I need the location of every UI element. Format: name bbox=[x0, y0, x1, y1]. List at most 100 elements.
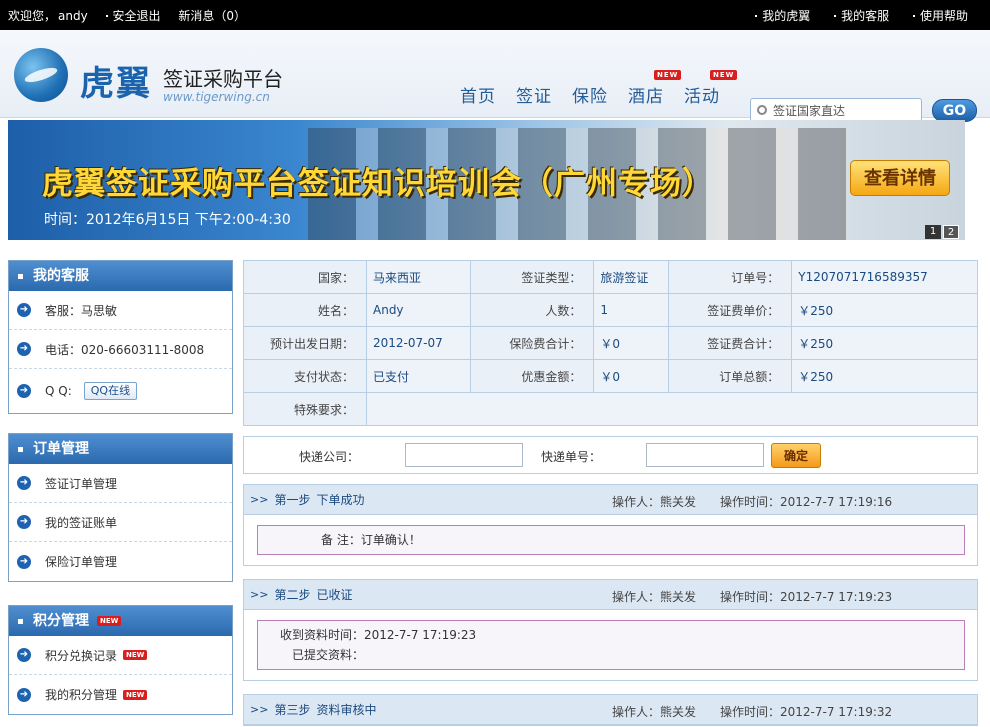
sidebar-item-visa-orders[interactable]: ➜ 签证订单管理 bbox=[9, 464, 232, 503]
messages-link[interactable]: 新消息（0） bbox=[178, 9, 246, 23]
sidebar-item-insurance-orders[interactable]: ➜ 保险订单管理 bbox=[9, 542, 232, 581]
go-button[interactable]: GO bbox=[932, 99, 977, 122]
service-phone: ➜ 电话：020-66603111-8008 bbox=[9, 330, 232, 369]
step-1-header: >> 第一步 下单成功 操作人：熊关发 操作时间：2012-7-7 17:19:… bbox=[244, 485, 977, 515]
sidebar-item-my-points[interactable]: ➜ 我的积分管理 NEW bbox=[9, 675, 232, 714]
logo-text[interactable]: 虎翼 bbox=[80, 56, 152, 105]
depart-value: 2012-07-07 bbox=[365, 326, 472, 360]
insurance-label: 保险费合计： bbox=[470, 326, 595, 360]
express-number-label: 快递单号： bbox=[541, 450, 602, 464]
nav-insurance[interactable]: 保险 bbox=[572, 82, 608, 107]
special-value bbox=[366, 392, 978, 426]
tiger-logo-icon[interactable] bbox=[14, 48, 68, 102]
confirm-button[interactable]: 确定 bbox=[771, 443, 821, 468]
arrow-right-icon: ➜ bbox=[17, 687, 31, 702]
view-details-button[interactable]: 查看详情 bbox=[850, 160, 950, 196]
express-company-input[interactable] bbox=[405, 443, 523, 467]
visa-total-label: 签证费合计： bbox=[668, 326, 793, 360]
new-badge: NEW bbox=[97, 616, 122, 626]
count-value: 1 bbox=[593, 293, 670, 327]
main-nav: 首页 签证 保险 酒店 NEW 活动 NEW bbox=[460, 70, 740, 107]
express-company-label: 快递公司： bbox=[299, 450, 360, 464]
visa-type-value: 旅游签证 bbox=[593, 260, 670, 294]
service-panel-title: 我的客服 bbox=[9, 261, 232, 291]
step-2-panel: >> 第二步 已收证 操作人：熊关发 操作时间：2012-7-7 17:19:2… bbox=[243, 579, 978, 681]
order-detail-table: 国家： 马来西亚 签证类型： 旅游签证 订单号： Y12070717165893… bbox=[243, 260, 978, 426]
arrow-right-icon: ➜ bbox=[17, 554, 31, 569]
step-number: 第一步 bbox=[274, 493, 311, 507]
service-panel: 我的客服 ➜ 客服：马思敏 ➜ 电话：020-66603111-8008 ➜ Q Q:… bbox=[8, 260, 233, 414]
double-chevron-icon: >> bbox=[250, 703, 269, 716]
step-name: 资料审核中 bbox=[316, 703, 377, 717]
order-no-value: Y1207071716589357 bbox=[791, 260, 978, 294]
arrow-right-icon: ➜ bbox=[17, 648, 31, 662]
square-bullet-icon bbox=[18, 618, 23, 624]
sidebar-item-points-history[interactable]: ➜ 积分兑换记录 NEW bbox=[9, 636, 232, 675]
arrow-right-icon: ➜ bbox=[17, 303, 31, 317]
step-note-line: 备 注：订单确认！ bbox=[321, 533, 421, 547]
step-time: 操作时间：2012-7-7 17:19:32 bbox=[720, 705, 893, 719]
order-no-label: 订单号： bbox=[668, 260, 793, 294]
promo-banner[interactable]: 虎翼签证采购平台签证知识培训会（广州专场） 时间：2012年6月15日 下午2:… bbox=[8, 120, 965, 240]
table-row: 姓名： Andy 人数： 1 签证费单价： ￥250 bbox=[243, 293, 978, 327]
orders-panel: 订单管理 ➜ 签证订单管理 ➜ 我的签证账单 ➜ 保险订单管理 bbox=[8, 433, 233, 582]
top-bar: 欢迎您， andy 安全退出 新消息（0） 我的虎翼 我的客服 使用帮助 bbox=[0, 0, 990, 30]
discount-value: ￥0 bbox=[593, 359, 670, 393]
sidebar-item-visa-bills[interactable]: ➜ 我的签证账单 bbox=[9, 503, 232, 542]
insurance-value: ￥0 bbox=[593, 326, 670, 360]
step-note: 收到资料时间：2012-7-7 17:19:23 已提交资料： bbox=[257, 620, 965, 670]
search-input[interactable]: 签证国家直达 bbox=[750, 98, 922, 122]
my-tigerwing-link[interactable]: 我的虎翼 bbox=[755, 9, 810, 23]
special-label: 特殊要求： bbox=[243, 392, 367, 426]
new-badge: NEW bbox=[123, 689, 148, 700]
nav-activities[interactable]: 活动 NEW bbox=[684, 70, 738, 107]
qq-online-button[interactable]: QQ在线 bbox=[83, 382, 138, 400]
step-number: 第三步 bbox=[274, 703, 311, 717]
logo-url: www.tigerwing.cn bbox=[163, 90, 270, 104]
count-label: 人数： bbox=[470, 293, 595, 327]
service-qq: ➜ Q Q: QQ在线 bbox=[9, 369, 232, 413]
double-chevron-icon: >> bbox=[250, 493, 269, 506]
visa-total-value: ￥250 bbox=[791, 326, 978, 360]
arrow-right-icon: ➜ bbox=[17, 342, 31, 356]
square-bullet-icon bbox=[18, 446, 23, 452]
total-label: 订单总额： bbox=[668, 359, 793, 393]
express-number-input[interactable] bbox=[646, 443, 764, 467]
step-operator: 操作人：熊关发 bbox=[612, 590, 697, 604]
step-number: 第二步 bbox=[274, 588, 311, 602]
welcome-text: 欢迎您， andy bbox=[8, 8, 88, 23]
orders-panel-title: 订单管理 bbox=[9, 434, 232, 464]
step-note-line: 收到资料时间：2012-7-7 17:19:23 bbox=[280, 628, 477, 642]
step-operator: 操作人：熊关发 bbox=[612, 495, 697, 509]
banner-page-1[interactable]: 1 bbox=[925, 225, 941, 239]
my-service-link[interactable]: 我的客服 bbox=[834, 9, 889, 23]
express-form: 快递公司： 快递单号： 确定 bbox=[243, 436, 978, 474]
step-3-header: >> 第三步 资料审核中 操作人：熊关发 操作时间：2012-7-7 17:19… bbox=[244, 695, 977, 725]
nav-home[interactable]: 首页 bbox=[460, 82, 496, 107]
double-chevron-icon: >> bbox=[250, 588, 269, 601]
step-name: 下单成功 bbox=[316, 493, 365, 507]
table-row: 特殊要求： bbox=[243, 392, 978, 426]
table-row: 支付状态： 已支付 优惠金额： ￥0 订单总额： ￥250 bbox=[243, 359, 978, 393]
site-header: 虎翼 签证采购平台 www.tigerwing.cn 首页 签证 保险 酒店 NE… bbox=[0, 30, 990, 122]
total-value: ￥250 bbox=[791, 359, 978, 393]
step-2-header: >> 第二步 已收证 操作人：熊关发 操作时间：2012-7-7 17:19:2… bbox=[244, 580, 977, 610]
arrow-right-icon: ➜ bbox=[17, 515, 31, 529]
help-link[interactable]: 使用帮助 bbox=[912, 9, 968, 23]
pay-status-label: 支付状态： bbox=[243, 359, 367, 393]
search-icon bbox=[757, 105, 767, 115]
new-badge: NEW bbox=[123, 650, 148, 660]
country-value: 马来西亚 bbox=[365, 260, 472, 294]
nav-hotel[interactable]: 酒店 NEW bbox=[628, 70, 682, 107]
arrow-right-icon: ➜ bbox=[17, 384, 31, 398]
nav-visa[interactable]: 签证 bbox=[516, 82, 552, 107]
table-row: 国家： 马来西亚 签证类型： 旅游签证 订单号： Y12070717165893… bbox=[243, 260, 978, 294]
service-agent: ➜ 客服：马思敏 bbox=[9, 291, 232, 330]
banner-pager: 1 2 bbox=[923, 225, 959, 239]
logout-link[interactable]: 安全退出 bbox=[105, 9, 161, 23]
points-panel: 积分管理 NEW ➜ 积分兑换记录 NEW ➜ 我的积分管理 NEW bbox=[8, 605, 233, 715]
pay-status-value: 已支付 bbox=[365, 359, 472, 393]
discount-label: 优惠金额： bbox=[470, 359, 595, 393]
banner-page-2[interactable]: 2 bbox=[943, 225, 959, 239]
logo-title: 签证采购平台 bbox=[163, 67, 283, 91]
